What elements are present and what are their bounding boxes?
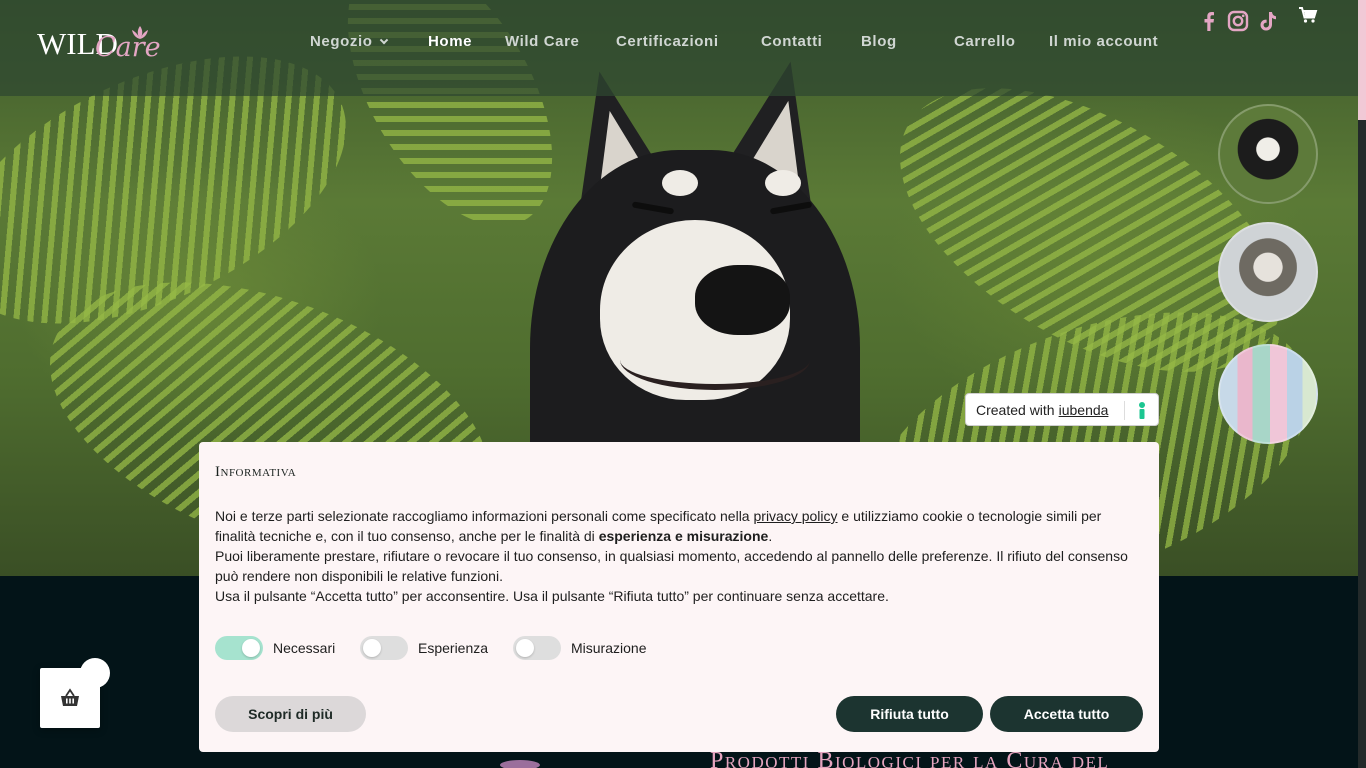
toggle-switch[interactable] (513, 636, 561, 660)
nav-contatti[interactable]: Contatti (761, 33, 822, 50)
cart-icon[interactable] (1298, 6, 1318, 24)
toggle-switch[interactable] (360, 636, 408, 660)
toggle-misurazione[interactable]: Misurazione (513, 636, 646, 660)
cookie-paragraph: Puoi liberamente prestare, rifiutare o r… (215, 548, 1128, 584)
iubenda-link[interactable]: iubenda (1059, 402, 1109, 418)
thumbnail-products[interactable] (1218, 344, 1318, 444)
thumbnail-husky[interactable] (1218, 104, 1318, 204)
toggle-knob (242, 639, 260, 657)
lotus-icon (132, 26, 148, 39)
iubenda-badge[interactable]: Created with iubenda (965, 393, 1159, 426)
toggle-knob (363, 639, 381, 657)
cookie-bold-text: esperienza e misurazione (598, 528, 769, 544)
nav-carrello[interactable]: Carrello (954, 33, 1016, 50)
cookie-paragraph: Usa il pulsante “Accetta tutto” per acco… (215, 588, 889, 604)
reject-all-button[interactable]: Rifiuta tutto (836, 696, 983, 732)
toggle-switch[interactable] (215, 636, 263, 660)
toggle-necessari[interactable]: Necessari (215, 636, 335, 660)
toggle-label: Esperienza (418, 640, 489, 656)
nav-my-account[interactable]: Il mio account (1049, 33, 1158, 50)
basket-icon (61, 688, 79, 706)
cookie-banner: Informativa Noi e terze parti selezionat… (199, 442, 1159, 752)
cookie-title: Informativa (215, 464, 297, 480)
cookie-paragraph: Noi e terze parti selezionate raccogliam… (215, 506, 1135, 546)
facebook-icon[interactable] (1198, 10, 1220, 32)
nav-negozio[interactable]: Negozio (310, 33, 388, 50)
nav-home[interactable]: Home (428, 33, 472, 50)
cookie-text-segment: . (768, 528, 773, 544)
divider (1124, 401, 1125, 420)
chevron-down-icon (379, 35, 388, 45)
cart-count-badge (80, 658, 110, 688)
toggle-knob (516, 639, 534, 657)
toggle-label: Misurazione (571, 640, 647, 656)
nav-certificazioni[interactable]: Certificazioni (616, 33, 719, 50)
site-header: WILD Care Negozio Home Wild Care Certifi… (0, 0, 1358, 96)
privacy-policy-link[interactable]: privacy policy (754, 508, 838, 524)
iubenda-icon (1139, 402, 1145, 419)
cookie-text: Noi e terze parti selezionate raccogliam… (215, 506, 1135, 606)
nav-blog[interactable]: Blog (861, 33, 897, 50)
wildcare-logo[interactable]: WILD Care (37, 24, 161, 70)
scrollbar-thumb[interactable] (1358, 0, 1366, 120)
cookie-text-segment: Noi e terze parti selezionate raccogliam… (215, 508, 754, 524)
toggle-esperienza[interactable]: Esperienza (360, 636, 488, 660)
accept-all-button[interactable]: Accetta tutto (990, 696, 1143, 732)
iubenda-prefix: Created with (976, 401, 1055, 418)
toggle-label: Necessari (273, 640, 336, 656)
page-scrollbar[interactable] (1358, 0, 1366, 768)
nav-wild-care[interactable]: Wild Care (505, 33, 579, 50)
nav-negozio-label: Negozio (310, 33, 373, 50)
decorative-shape (500, 760, 540, 768)
tiktok-icon[interactable] (1257, 10, 1279, 32)
learn-more-button[interactable]: Scopri di più (215, 696, 366, 732)
instagram-icon[interactable] (1227, 10, 1249, 32)
thumbnail-dog-grooming[interactable] (1218, 222, 1318, 322)
